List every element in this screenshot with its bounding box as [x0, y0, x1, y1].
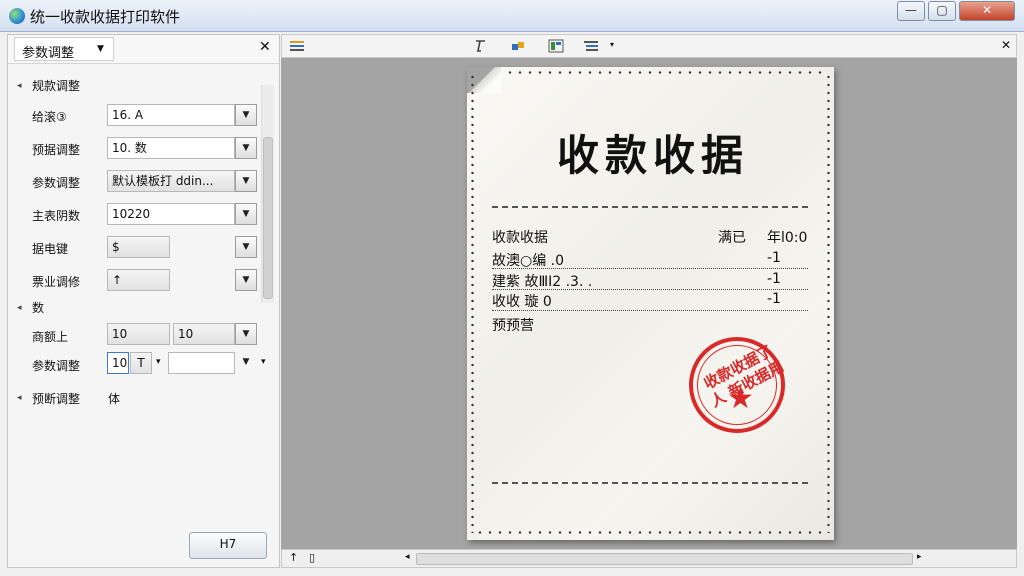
perforation-right [827, 73, 830, 533]
receipt-line-amount: -1 [767, 271, 781, 287]
row-label: 参数调整 [32, 176, 81, 190]
panel-title: 参数调整 [22, 46, 75, 61]
param-field[interactable]: ↑ [107, 269, 170, 291]
collapse-arrow-icon[interactable]: ◂ [17, 81, 22, 91]
chevron-down-icon[interactable]: ▾ [156, 357, 161, 367]
perforation-top [505, 71, 825, 74]
receipt-note: 预预营 [492, 318, 534, 334]
preview-toolbar: ▾ ✕ [281, 34, 1017, 58]
row-label: 主表阴数 [32, 209, 81, 223]
dropdown-button[interactable]: ▼ [235, 137, 257, 159]
receipt-header-left: 收款收据 [492, 230, 548, 246]
receipt-line-amount: -1 [767, 291, 781, 307]
dotted-line [492, 310, 808, 311]
section-title: 预断调整 [32, 392, 81, 406]
preview-statusbar: ↑ ▯ ◂ ▸ [281, 549, 1017, 568]
panel-tab[interactable]: 参数调整 ▼ [14, 37, 114, 61]
divider [492, 482, 808, 484]
chevron-down-icon[interactable]: ▾ [261, 357, 266, 367]
param-field[interactable]: 10. 数 [107, 137, 235, 159]
horizontal-scrollbar-thumb[interactable] [416, 553, 913, 565]
dropdown-button[interactable]: ▼ [235, 170, 257, 192]
close-icon[interactable]: ✕ [1001, 38, 1011, 52]
parameter-panel: 参数调整 ▼ ✕ ◂ 规款调整 给滚③ 16. A ▼ 预据调整 10. 数 ▼… [7, 34, 280, 568]
scroll-right-icon[interactable]: ▸ [917, 552, 922, 562]
align-icon[interactable] [289, 39, 305, 53]
perforation-bottom [475, 531, 825, 534]
close-icon[interactable]: ✕ [259, 39, 271, 55]
receipt-line-amount: -1 [767, 250, 781, 266]
star-icon: ★ [727, 381, 754, 416]
divider [492, 206, 808, 208]
receipt-line-text: 收收 璇 0 [492, 294, 552, 310]
dropdown-button[interactable]: ▼ [235, 236, 257, 258]
receipt-header-right: 年l0:0 [767, 230, 808, 246]
row-label: 据电键 [32, 242, 69, 256]
param-field[interactable]: $ [107, 236, 170, 258]
receipt-line-text: 故澳○编 .0 [492, 253, 565, 269]
perforation-left [471, 73, 474, 533]
dropdown-button[interactable]: ▼ [235, 323, 257, 345]
row-label: 参数调整 [32, 359, 81, 373]
title-bar: 统一收款收据打印软件 — ▢ ✕ [0, 0, 1024, 32]
dropdown-button[interactable]: ▼ [235, 104, 257, 126]
scrollbar-thumb[interactable] [263, 137, 273, 299]
dropdown-button[interactable]: ▼ [235, 352, 257, 374]
dotted-line [492, 289, 808, 290]
app-icon [9, 8, 25, 24]
page-icon[interactable]: ▯ [309, 551, 315, 564]
up-arrow-icon[interactable]: ↑ [289, 551, 298, 564]
collapse-arrow-icon[interactable]: ◂ [17, 303, 22, 313]
list-icon[interactable] [583, 39, 599, 53]
collapse-arrow-icon[interactable]: ◂ [17, 393, 22, 403]
param-field[interactable]: 10 [107, 352, 129, 374]
h7-button[interactable]: H7 [189, 532, 267, 559]
minimize-button[interactable]: — [897, 1, 925, 21]
receipt-line-text: 建紫 故ⅢI2 .3. . [492, 274, 593, 290]
text-format-button[interactable]: T [130, 352, 152, 374]
param-field[interactable]: 16. A [107, 104, 235, 126]
receipt-header-mid: 满已 [718, 230, 746, 246]
panel-header: 参数调整 ▼ ✕ [8, 35, 279, 64]
param-field[interactable] [168, 352, 235, 374]
text-tool-icon[interactable] [472, 39, 488, 53]
chevron-down-icon[interactable]: ▾ [610, 40, 614, 49]
section-title: 数 [32, 301, 45, 315]
red-seal-stamp: 收款收据了人 新收据用 ★ [689, 337, 787, 433]
param-field[interactable]: 10 [107, 323, 170, 345]
param-field[interactable]: 10 [173, 323, 235, 345]
row-label: 票业调修 [32, 275, 81, 289]
receipt-paper: 收款收据 收款收据 满已 年l0:0 故澳○编 .0 -1 建紫 故ⅢI2 .3… [467, 67, 834, 540]
dotted-line [492, 268, 808, 269]
chevron-down-icon[interactable]: ▼ [97, 44, 104, 54]
row-label: 商额上 [32, 330, 69, 344]
window-title: 统一收款收据打印软件 [30, 8, 181, 26]
dropdown-button[interactable]: ▼ [235, 269, 257, 291]
row-label: 给滚③ [32, 110, 67, 124]
maximize-button[interactable]: ▢ [928, 1, 956, 21]
receipt-title: 收款收据 [557, 131, 750, 180]
section-value: 体 [108, 392, 121, 406]
section-title: 规款调整 [32, 79, 81, 93]
param-field[interactable]: 10220 [107, 203, 235, 225]
row-label: 预据调整 [32, 143, 81, 157]
dropdown-button[interactable]: ▼ [235, 203, 257, 225]
scroll-left-icon[interactable]: ◂ [405, 552, 410, 562]
colors-icon[interactable] [511, 39, 527, 53]
receipt-preview: 收款收据 收款收据 满已 年l0:0 故澳○编 .0 -1 建紫 故ⅢI2 .3… [281, 58, 1017, 549]
preview-area: ▾ ✕ 收款收据 收款收据 满已 年l0:0 故澳○编 .0 -1 建紫 故ⅢI… [281, 34, 1017, 568]
close-button[interactable]: ✕ [959, 1, 1015, 21]
layout-icon[interactable] [548, 39, 564, 53]
template-select[interactable]: 默认模板打 ddin... [107, 170, 235, 192]
